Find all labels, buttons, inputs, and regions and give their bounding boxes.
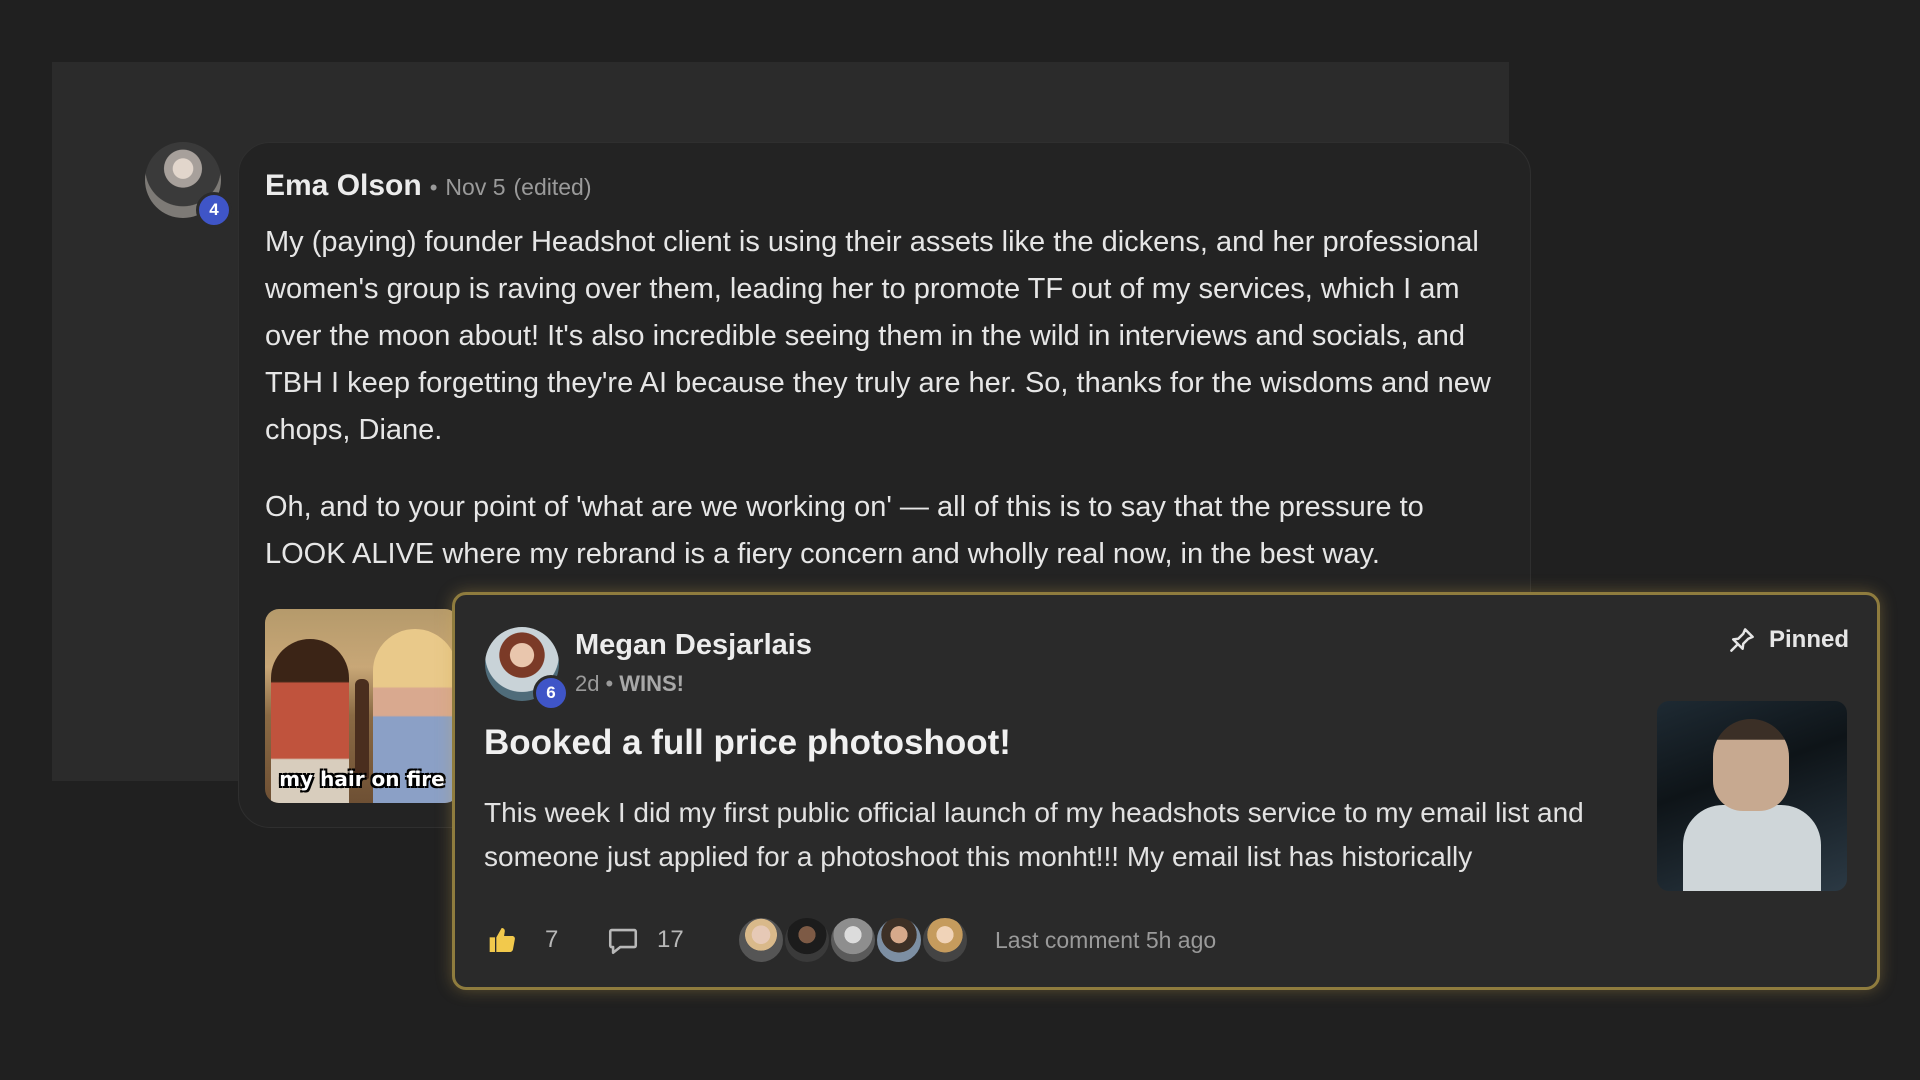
last-comment-time: Last comment 5h ago: [995, 926, 1217, 953]
thumbs-up-icon[interactable]: [487, 924, 519, 956]
thumbnail-figure: [1683, 805, 1821, 891]
separator-dot: •: [605, 671, 614, 696]
post-meta: 2d • WINS!: [575, 671, 684, 697]
pinned-post-card[interactable]: 6 Megan Desjarlais 2d • WINS! Pinned Boo…: [452, 592, 1880, 990]
participant-avatar[interactable]: [829, 916, 877, 964]
comment-paragraph: My (paying) founder Headshot client is u…: [265, 226, 1491, 446]
gif-caption: my hair on fire: [279, 767, 445, 791]
level-badge: 4: [196, 192, 232, 228]
level-badge: 6: [533, 675, 569, 711]
post-excerpt[interactable]: This week I did my first public official…: [484, 791, 1624, 879]
comment-author[interactable]: Ema Olson: [265, 169, 422, 203]
post-category[interactable]: WINS!: [619, 671, 684, 697]
comment-date[interactable]: Nov 5: [445, 174, 505, 201]
participant-avatars[interactable]: [737, 916, 969, 964]
comment-count: 17: [657, 926, 684, 953]
thumbnail-figure: [1713, 719, 1789, 811]
edited-label: (edited): [513, 174, 592, 200]
post-title[interactable]: Booked a full price photoshoot!: [484, 723, 1011, 763]
participant-avatar[interactable]: [783, 916, 831, 964]
separator-dot: •: [429, 175, 438, 200]
participant-avatar[interactable]: [737, 916, 785, 964]
participant-avatar[interactable]: [921, 916, 969, 964]
post-thumbnail[interactable]: [1657, 701, 1847, 891]
post-footer: 7 17 Last comment 5h ago: [487, 915, 1216, 965]
avatar[interactable]: 6: [485, 627, 569, 711]
participant-avatar[interactable]: [875, 916, 923, 964]
pinned-indicator: Pinned: [1727, 625, 1849, 655]
comment-header: Ema Olson • Nov 5 (edited): [265, 169, 592, 203]
post-author[interactable]: Megan Desjarlais: [575, 629, 812, 662]
comment-paragraph: Oh, and to your point of 'what are we wo…: [265, 491, 1424, 570]
post-time: 2d: [575, 671, 600, 696]
gif-attachment[interactable]: my hair on fire: [265, 609, 459, 803]
comment-body: My (paying) founder Headshot client is u…: [265, 219, 1505, 608]
avatar[interactable]: 4: [145, 142, 232, 228]
pin-icon: [1730, 628, 1754, 652]
gif-bottle: [355, 679, 369, 779]
pinned-label: Pinned: [1768, 626, 1849, 653]
like-count: 7: [545, 926, 559, 953]
comment-bubble-icon[interactable]: [605, 923, 641, 957]
